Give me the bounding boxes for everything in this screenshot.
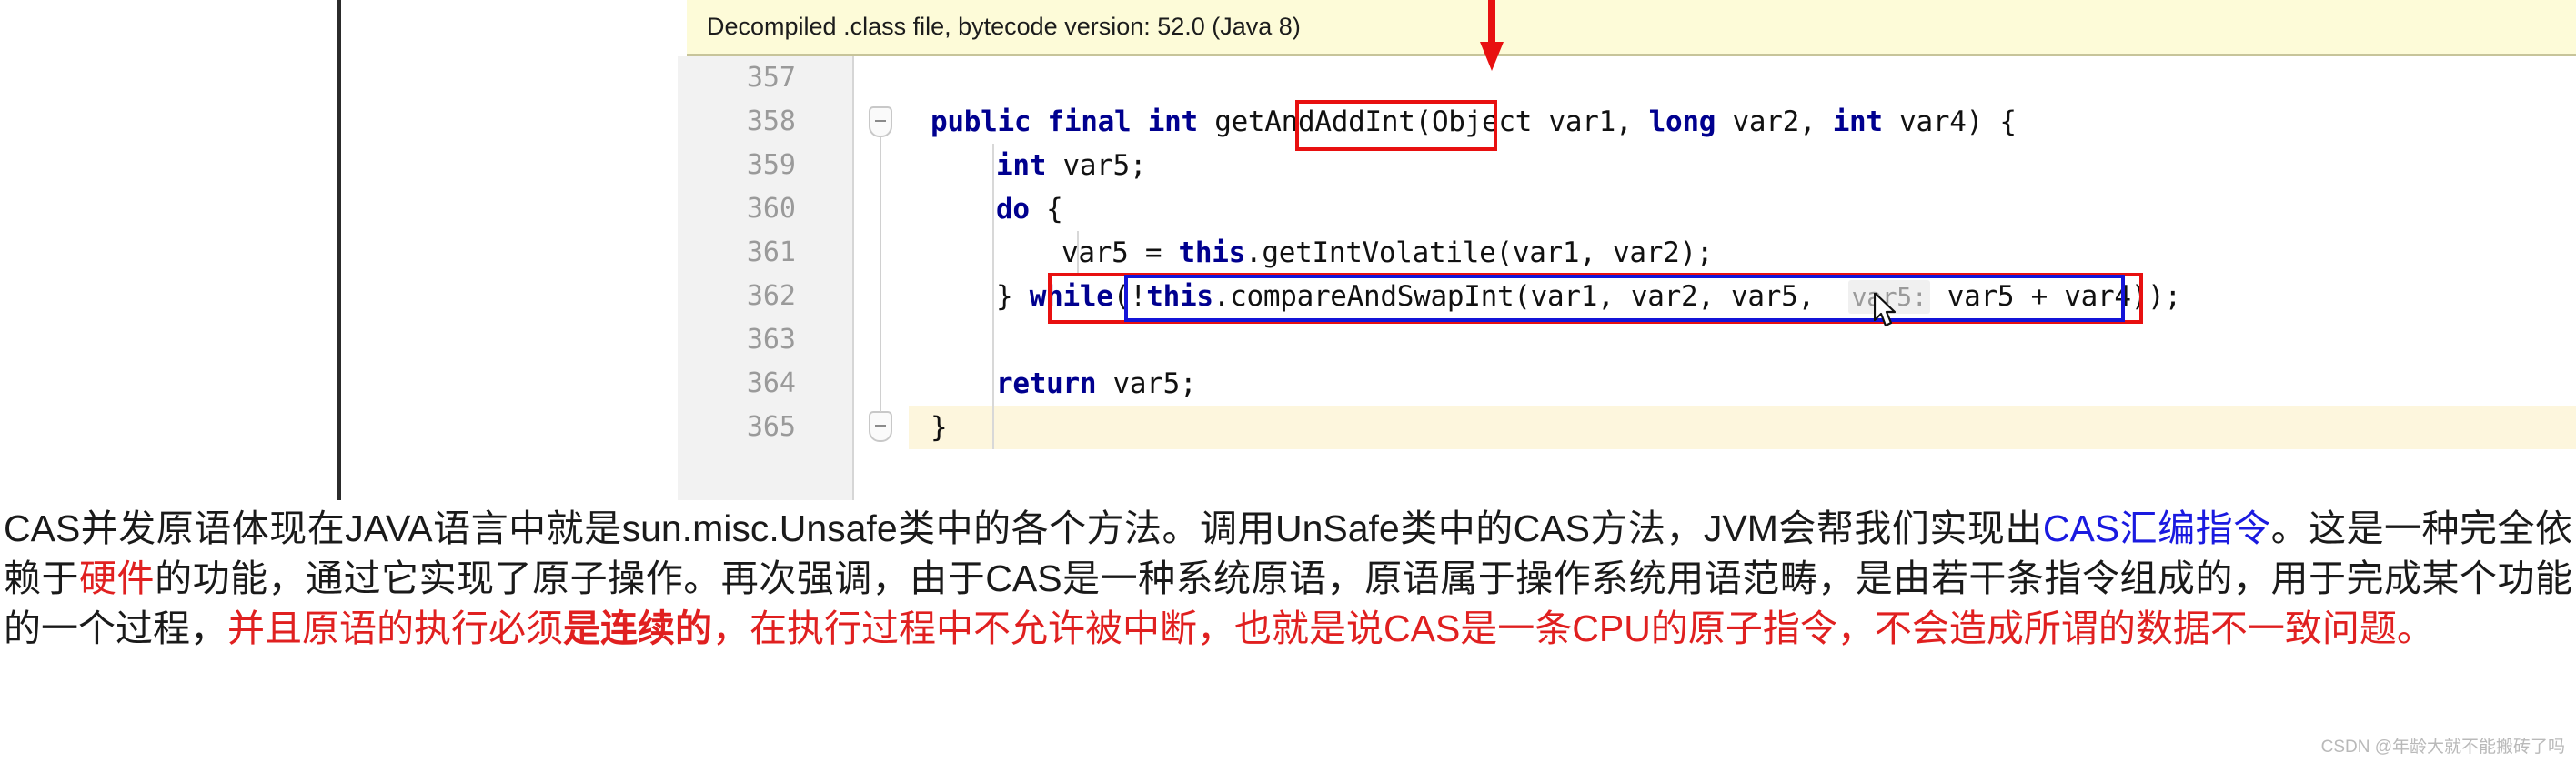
line-number: 365 [746, 411, 796, 443]
code-token-brace: { [1029, 193, 1063, 226]
prose-segment-red-hardware: 硬件 [79, 557, 156, 599]
line-number: 360 [746, 193, 796, 225]
code-line-362: } while(!this.compareAndSwapInt(var1, va… [996, 275, 2181, 318]
decompiled-class-banner: Decompiled .class file, bytecode version… [687, 0, 2576, 56]
code-token-brace: } [996, 280, 1030, 313]
prose-segment-red-bold-continuous: 是连续的 [563, 607, 712, 649]
code-token-brace: } [931, 411, 948, 444]
code-token-keyword: do [996, 193, 1030, 226]
article-paragraph-block: CAS并发原语体现在JAVA语言中就是sun.misc.Unsafe类中的各个方… [0, 504, 2576, 654]
prose-segment-blue-cas-asm: CAS汇编指令 [2042, 507, 2271, 549]
code-token-keyword: public final int [931, 105, 1198, 138]
code-line-365: } [931, 406, 948, 449]
line-number: 364 [746, 367, 796, 399]
line-number: 359 [746, 149, 796, 181]
code-token-assign: var5 = [1062, 236, 1179, 269]
code-token-call: .getIntVolatile(var1, var2); [1245, 236, 1714, 269]
code-token-call: .compareAndSwapInt(var1, var2, var5, [1213, 280, 1848, 313]
code-line-361: var5 = this.getIntVolatile(var1, var2); [1062, 231, 1714, 275]
code-token-negation: (! [1112, 280, 1147, 313]
code-token-keyword: long [1648, 105, 1716, 138]
code-line-358: public final int getAndAddInt(Object var… [931, 100, 2017, 144]
code-token-args-open: (Object var1, [1414, 105, 1649, 138]
line-number: 357 [746, 62, 796, 94]
editor-gutter[interactable]: 357 358 359 360 361 362 363 364 365 [678, 56, 852, 500]
parameter-hint-label: var5: [1847, 280, 1931, 314]
indent-guide [992, 144, 994, 449]
line-number: 362 [746, 280, 796, 312]
fold-connector-line [880, 137, 881, 412]
fold-marker-icon[interactable] [869, 411, 892, 442]
prose-segment-1: CAS并发原语体现在JAVA语言中就是sun.misc.Unsafe类中的各个方… [4, 507, 2043, 549]
code-token-keyword: while [1029, 280, 1113, 313]
code-token-arg: var2, [1716, 105, 1833, 138]
code-token-keyword: this [1178, 236, 1246, 269]
code-token-return-value: var5; [1096, 367, 1197, 400]
current-scope-row-highlight [909, 406, 2576, 449]
code-token-keyword: this [1146, 280, 1213, 313]
code-line-364: return var5; [996, 362, 1197, 406]
article-paragraph: CAS并发原语体现在JAVA语言中就是sun.misc.Unsafe类中的各个方… [0, 504, 2576, 654]
code-token-args-close: var4) { [1882, 105, 2017, 138]
code-token-keyword: int [1832, 105, 1883, 138]
code-line-360: do { [996, 187, 1063, 231]
line-number: 363 [746, 324, 796, 356]
code-token-keyword: int [996, 149, 1047, 182]
code-line-359: int var5; [996, 144, 1147, 187]
code-editor-pane[interactable]: Decompiled .class file, bytecode version… [337, 0, 2576, 500]
decompiled-banner-label: Decompiled .class file, bytecode version… [707, 13, 1301, 40]
line-number: 361 [746, 236, 796, 268]
fold-marker-icon[interactable] [869, 106, 892, 137]
code-token-method-name: getAndAddInt [1214, 105, 1415, 138]
prose-segment-red-6: 并且原语的执行必须 [227, 607, 563, 649]
code-token-keyword: return [996, 367, 1097, 400]
prose-segment-red-8: ，在执行过程中不允许被中断，也就是说CAS是一条CPU的原子指令，不会造成所谓的… [712, 607, 2434, 649]
code-token-decl: var5; [1046, 149, 1147, 182]
code-text-area[interactable]: public final int getAndAddInt(Object var… [909, 56, 2576, 500]
line-number: 358 [746, 105, 796, 137]
csdn-watermark: CSDN @年龄大就不能搬砖了吗 [2320, 738, 2565, 757]
editor-fold-strip[interactable] [852, 56, 911, 500]
code-token-expr: var5 + var4)); [1930, 280, 2181, 313]
